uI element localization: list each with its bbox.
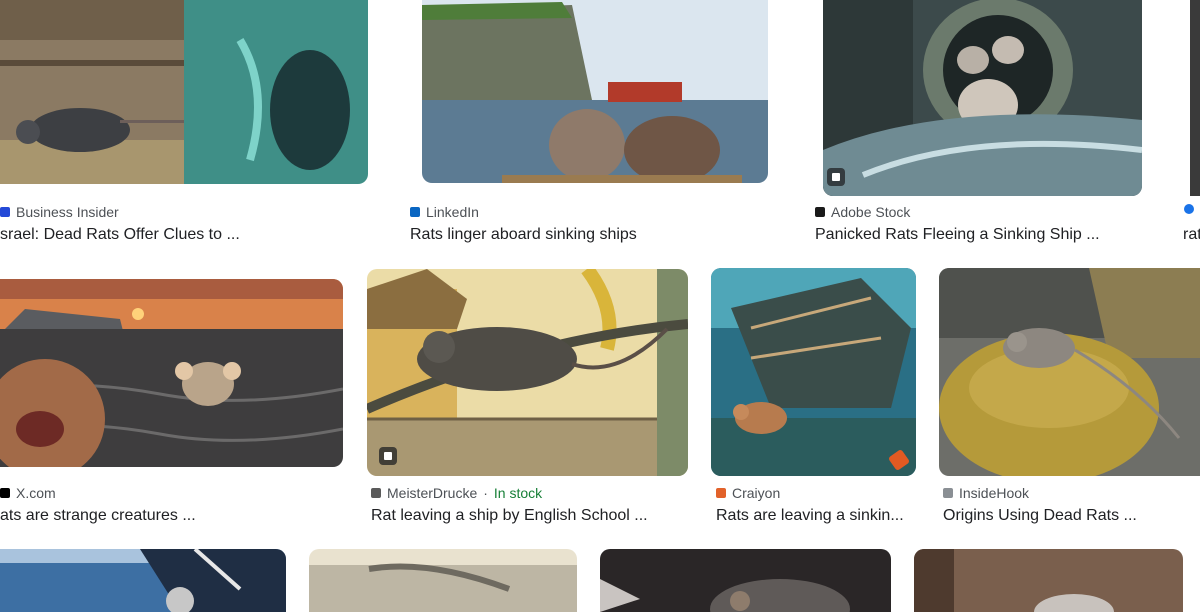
result-image[interactable] (0, 0, 368, 184)
result-source[interactable]: LinkedIn (410, 204, 479, 220)
result-title[interactable]: srael: Dead Rats Offer Clues to ... (0, 226, 370, 244)
linkedin-favicon-icon (410, 207, 420, 217)
result-image[interactable] (422, 0, 768, 183)
result-source[interactable] (1184, 204, 1200, 214)
separator: · (483, 485, 488, 501)
partial-favicon-icon (1184, 204, 1194, 214)
result-source[interactable]: X.com (0, 485, 56, 501)
result-image[interactable] (367, 269, 688, 476)
result-title[interactable]: Rats linger aboard sinking ships (410, 226, 780, 244)
result-image[interactable] (600, 549, 891, 612)
source-name: Craiyon (732, 485, 781, 501)
result-image[interactable] (914, 549, 1183, 612)
adobe-stock-favicon-icon (815, 207, 825, 217)
source-name: InsideHook (959, 485, 1030, 501)
result-title[interactable]: ats are strange creatures ... (0, 507, 350, 525)
result-title[interactable]: Rat leaving a ship by English School ... (371, 507, 701, 525)
source-name: LinkedIn (426, 204, 479, 220)
result-image[interactable] (0, 549, 286, 612)
result-source[interactable]: InsideHook (943, 485, 1029, 501)
craiyon-favicon-icon (716, 488, 726, 498)
result-image[interactable] (711, 268, 916, 476)
business-insider-favicon-icon (0, 207, 10, 217)
result-title[interactable]: Panicked Rats Fleeing a Sinking Ship ... (815, 226, 1185, 244)
result-image[interactable] (823, 0, 1142, 196)
result-image[interactable] (1190, 0, 1200, 196)
source-name: MeisterDrucke (387, 485, 478, 501)
x-favicon-icon (0, 488, 10, 498)
meisterdrucke-favicon-icon (371, 488, 381, 498)
in-stock-label: In stock (493, 485, 543, 501)
result-image[interactable] (939, 268, 1200, 476)
source-name: Business Insider (16, 204, 119, 220)
source-name: X.com (16, 485, 56, 501)
result-title[interactable]: rat (1183, 226, 1200, 244)
result-source[interactable]: MeisterDrucke · In stock (371, 485, 542, 501)
product-tag-icon (379, 447, 397, 465)
insidehook-favicon-icon (943, 488, 953, 498)
source-name: Adobe Stock (831, 204, 911, 220)
result-title[interactable]: Origins Using Dead Rats ... (943, 507, 1193, 525)
result-source[interactable]: Adobe Stock (815, 204, 910, 220)
result-image[interactable] (0, 279, 343, 467)
result-image[interactable] (309, 549, 577, 612)
result-source[interactable]: Business Insider (0, 204, 119, 220)
image-badge-icon (827, 168, 845, 186)
result-source[interactable]: Craiyon (716, 485, 780, 501)
result-title[interactable]: Rats are leaving a sinkin... (716, 507, 916, 525)
